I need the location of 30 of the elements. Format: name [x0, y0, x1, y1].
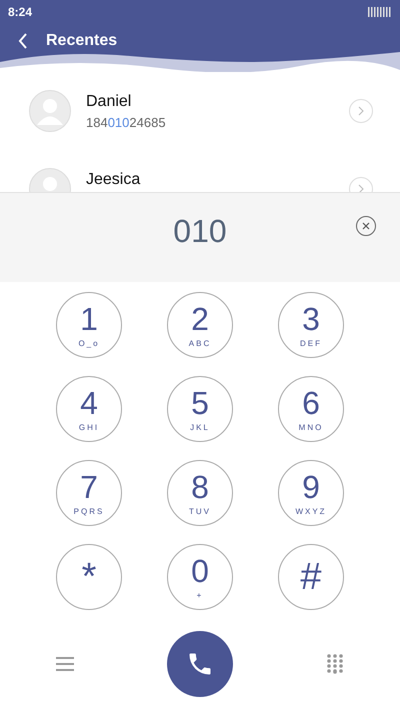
clear-button[interactable] — [356, 216, 376, 236]
menu-button[interactable] — [56, 656, 74, 672]
back-icon — [18, 33, 28, 49]
dial-key[interactable]: 9 WXYZ — [278, 460, 344, 526]
dial-key[interactable]: # — [278, 544, 344, 610]
dialed-number: 010 — [173, 213, 227, 251]
dial-key[interactable]: 1 O_o — [56, 292, 122, 358]
close-icon — [362, 222, 370, 230]
dial-key[interactable]: 2 ABC — [167, 292, 233, 358]
keypad-button[interactable] — [326, 654, 344, 674]
dial-key[interactable]: * — [56, 544, 122, 610]
dial-key[interactable]: 3 DEF — [278, 292, 344, 358]
avatar-icon — [29, 90, 71, 132]
screen-title: Recentes — [46, 32, 118, 50]
dial-key[interactable]: 5 JKL — [167, 376, 233, 442]
dial-key[interactable]: 8 TUV — [167, 460, 233, 526]
dial-key[interactable]: 7 PQRS — [56, 460, 122, 526]
dial-key[interactable]: 6 MNO — [278, 376, 344, 442]
status-time: 8:24 — [8, 5, 32, 19]
keypad-icon — [326, 654, 344, 674]
battery-icon — [368, 7, 392, 17]
dial-key[interactable]: 4 GHI — [56, 376, 122, 442]
dial-key[interactable]: 0 + — [167, 544, 233, 610]
contact-name: Daniel — [86, 92, 132, 110]
contact-name: Jeesica — [86, 170, 142, 188]
back-button[interactable] — [18, 33, 28, 49]
chevron-icon — [358, 106, 364, 116]
menu-icon — [56, 656, 74, 672]
chevron-icon — [358, 184, 364, 192]
contact-number: 18401024685 — [86, 114, 167, 130]
